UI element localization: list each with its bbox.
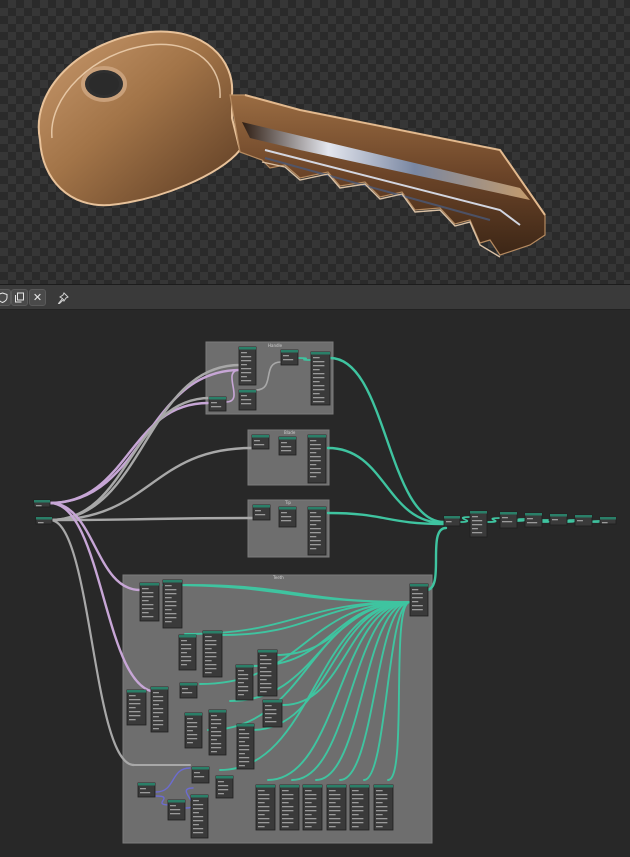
graph-node[interactable] <box>280 349 299 366</box>
graph-node[interactable] <box>599 516 617 525</box>
copy-icon <box>15 292 24 303</box>
graph-node[interactable] <box>139 582 160 622</box>
graph-node[interactable] <box>574 514 593 527</box>
graph-node[interactable] <box>278 436 297 456</box>
3d-viewport[interactable] <box>0 0 630 284</box>
node-wire <box>459 516 471 523</box>
node-wire <box>487 517 501 523</box>
graph-node[interactable] <box>499 511 518 529</box>
node-wire <box>48 401 210 505</box>
key-bow <box>37 30 242 207</box>
graph-node[interactable] <box>326 784 347 831</box>
graph-node[interactable] <box>202 630 223 678</box>
graph-node[interactable] <box>236 723 255 770</box>
pin-icon <box>57 292 69 304</box>
shield-icon <box>0 292 8 303</box>
graph-node[interactable] <box>150 686 169 733</box>
graph-node[interactable] <box>178 634 197 671</box>
graph-node[interactable] <box>524 512 543 528</box>
shield-button[interactable] <box>0 289 11 306</box>
graph-node[interactable] <box>349 784 370 831</box>
frame-title-handle: Handle <box>268 343 283 348</box>
graph-node[interactable] <box>208 396 227 412</box>
close-icon: ✕ <box>32 291 43 304</box>
frame-title-tip: Tip <box>284 500 291 505</box>
graph-node[interactable] <box>167 799 186 821</box>
node-wire <box>326 446 446 525</box>
close-button[interactable]: ✕ <box>29 289 46 306</box>
node-graph[interactable]: Handle Blade Tip Teeth <box>0 310 630 857</box>
pin-button[interactable] <box>54 289 71 306</box>
graph-node[interactable] <box>373 784 394 831</box>
graph-node[interactable] <box>443 515 461 527</box>
graph-node[interactable] <box>279 784 300 831</box>
graph-node[interactable] <box>278 506 297 528</box>
graph-node[interactable] <box>307 506 327 556</box>
key-render <box>37 30 546 258</box>
graph-node[interactable] <box>252 504 271 521</box>
graph-node[interactable] <box>238 389 257 411</box>
graph-node[interactable] <box>126 689 147 726</box>
graph-node[interactable] <box>235 664 254 701</box>
graph-node[interactable] <box>469 510 488 538</box>
graph-node[interactable] <box>262 699 283 728</box>
graph-node[interactable] <box>307 434 327 484</box>
copy-button[interactable] <box>11 289 28 306</box>
graph-node[interactable] <box>215 775 234 799</box>
node-wire <box>540 519 550 523</box>
node-wire <box>566 519 576 523</box>
node-editor-toolbar: ✕ <box>0 284 630 310</box>
graph-node[interactable] <box>238 346 257 386</box>
node-wire <box>48 446 254 522</box>
node-wire <box>516 518 526 522</box>
graph-node[interactable] <box>255 784 276 831</box>
graph-node[interactable] <box>33 499 51 508</box>
graph-node[interactable] <box>184 712 203 749</box>
node-wire <box>328 356 446 524</box>
graph-node[interactable] <box>549 513 568 526</box>
graph-node[interactable] <box>310 351 331 406</box>
graph-node[interactable] <box>208 709 227 756</box>
graph-node[interactable] <box>251 434 270 450</box>
frame-title-blade: Blade <box>284 430 296 435</box>
node-wire <box>48 396 212 522</box>
graph-node[interactable] <box>162 579 183 629</box>
graph-node[interactable] <box>302 784 323 831</box>
graph-node[interactable] <box>137 782 156 798</box>
node-wire <box>591 520 601 523</box>
graph-node[interactable] <box>409 583 429 617</box>
graph-node[interactable] <box>35 516 53 525</box>
graph-node[interactable] <box>179 682 198 699</box>
graph-node[interactable] <box>257 649 278 697</box>
graph-node[interactable] <box>190 794 209 839</box>
key-blade <box>229 94 546 256</box>
graph-node[interactable] <box>191 766 210 784</box>
frame-title-teeth: Teeth <box>272 575 284 580</box>
